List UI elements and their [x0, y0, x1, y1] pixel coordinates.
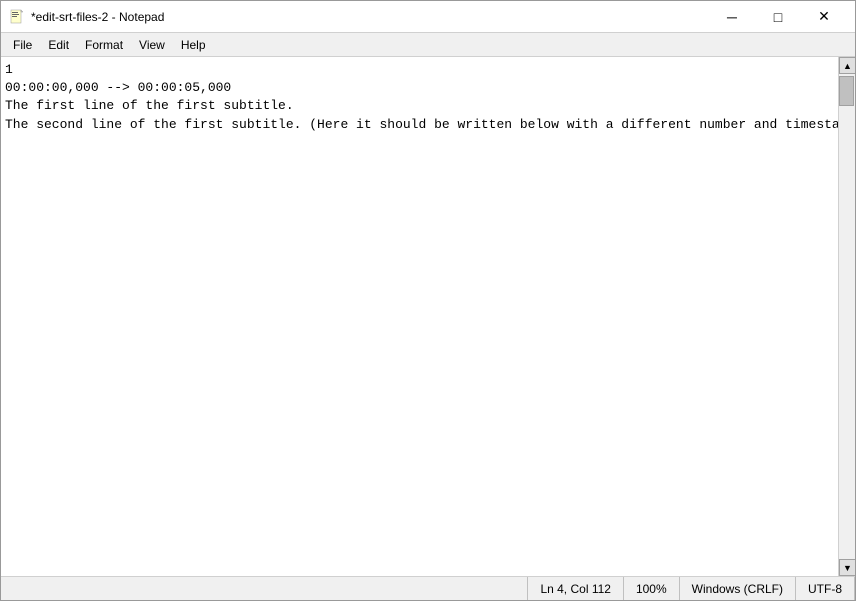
title-bar: *edit-srt-files-2 - Notepad ─ □ ✕ — [1, 1, 855, 33]
menu-bar: File Edit Format View Help — [1, 33, 855, 57]
status-encoding: UTF-8 — [796, 577, 855, 600]
status-zoom: 100% — [624, 577, 680, 600]
vertical-scrollbar[interactable]: ▲ ▼ — [838, 57, 855, 576]
text-editor[interactable] — [1, 57, 838, 576]
menu-file[interactable]: File — [5, 36, 40, 54]
window-controls: ─ □ ✕ — [709, 1, 847, 33]
status-line-ending: Windows (CRLF) — [680, 577, 796, 600]
app-icon — [9, 9, 25, 25]
minimize-button[interactable]: ─ — [709, 1, 755, 33]
menu-view[interactable]: View — [131, 36, 173, 54]
scroll-thumb[interactable] — [839, 76, 854, 106]
menu-help[interactable]: Help — [173, 36, 214, 54]
scroll-track[interactable] — [839, 74, 855, 559]
maximize-button[interactable]: □ — [755, 1, 801, 33]
window-title: *edit-srt-files-2 - Notepad — [31, 10, 709, 24]
status-bar: Ln 4, Col 112 100% Windows (CRLF) UTF-8 — [1, 576, 855, 600]
scroll-down-button[interactable]: ▼ — [839, 559, 855, 576]
close-button[interactable]: ✕ — [801, 1, 847, 33]
menu-format[interactable]: Format — [77, 36, 131, 54]
editor-area: ▲ ▼ — [1, 57, 855, 576]
status-position: Ln 4, Col 112 — [528, 577, 624, 600]
status-empty — [1, 577, 528, 600]
scroll-up-button[interactable]: ▲ — [839, 57, 855, 74]
menu-edit[interactable]: Edit — [40, 36, 77, 54]
notepad-window: *edit-srt-files-2 - Notepad ─ □ ✕ File E… — [0, 0, 856, 601]
